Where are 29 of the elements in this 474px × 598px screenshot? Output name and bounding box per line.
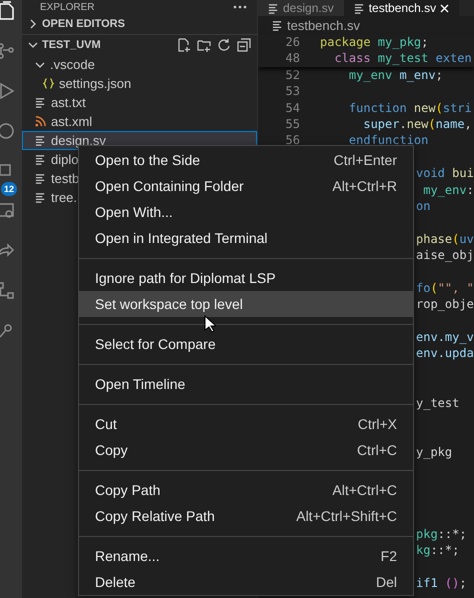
code-fragment: aise_obj xyxy=(416,247,474,264)
code-fragment: pkg::*; xyxy=(416,526,467,542)
line-number: 48 xyxy=(284,50,301,67)
code-line: endfunction xyxy=(348,132,428,149)
line-number: 53 xyxy=(284,83,301,100)
code-fragment: env.upda xyxy=(416,345,474,362)
code-fragment: my_env: xyxy=(422,182,474,198)
code-fragment: rop_obje xyxy=(416,296,474,313)
code-fragment: env.my_v xyxy=(416,329,474,346)
code-line: function new(stri xyxy=(348,100,472,116)
code-line: super.new(name, xyxy=(362,116,472,132)
code-fragment: if1 (); xyxy=(416,574,467,592)
code-fragment: void bui xyxy=(416,165,474,182)
line-number: 52 xyxy=(284,66,301,84)
code-fragment: phase(uv xyxy=(416,230,474,248)
explorer-title: EXPLORER xyxy=(40,2,94,12)
code-line: my_env m_env; xyxy=(348,66,443,84)
line-number: 54 xyxy=(284,100,301,116)
line-number: 55 xyxy=(284,116,301,132)
line-number: 56 xyxy=(284,132,301,149)
code-fragment: kg::*; xyxy=(416,542,460,558)
code-fragment: fo("", " xyxy=(416,280,474,296)
code-fragment: on xyxy=(416,198,430,214)
code-fragment: y_pkg xyxy=(416,444,452,460)
code-line: class my_test exten xyxy=(333,50,472,67)
code-fragment: y_test xyxy=(416,394,460,411)
notification-badge: 12 xyxy=(1,182,18,196)
line-number: 26 xyxy=(284,34,301,50)
code-line: package my_pkg; xyxy=(320,34,428,50)
